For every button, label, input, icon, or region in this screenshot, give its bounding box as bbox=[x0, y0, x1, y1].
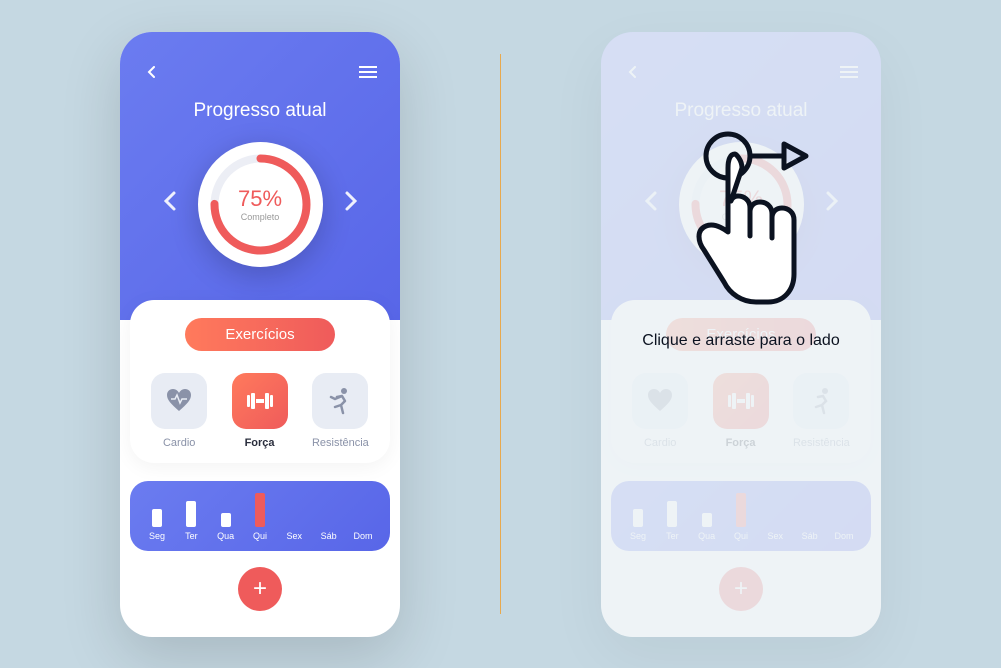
header-panel: Progresso atual 75% Completo bbox=[120, 32, 400, 320]
progress-ring[interactable]: 75% Completo bbox=[198, 142, 323, 267]
hamburger-icon[interactable] bbox=[358, 62, 378, 82]
bar-sab: Sáb bbox=[316, 527, 342, 541]
category-label: Força bbox=[245, 437, 275, 449]
progress-label: Completo bbox=[241, 212, 280, 222]
category-row: Cardio Força Resistência bbox=[144, 373, 376, 449]
dumbbell-icon bbox=[232, 373, 288, 429]
category-strength[interactable]: Força bbox=[232, 373, 288, 449]
category-resistance[interactable]: Resistência bbox=[312, 373, 369, 449]
back-chevron-icon[interactable] bbox=[142, 62, 162, 82]
bar-qui: Qui bbox=[247, 493, 273, 541]
progress-area: 75% Completo bbox=[120, 142, 400, 267]
heartbeat-icon bbox=[151, 373, 207, 429]
bar bbox=[255, 493, 265, 527]
page-title: Progresso atual bbox=[120, 100, 400, 122]
exercises-card: Exercícios Cardio Força bbox=[130, 300, 390, 463]
category-cardio[interactable]: Cardio bbox=[151, 373, 207, 449]
bar-qua: Qua bbox=[213, 513, 239, 541]
plus-icon: + bbox=[253, 575, 267, 603]
bar-seg: Seg bbox=[144, 509, 170, 541]
add-button[interactable]: + bbox=[238, 567, 282, 611]
weekly-chart[interactable]: Seg Ter Qua Qui Sex Sáb bbox=[130, 481, 390, 551]
overlay-instruction: Clique e arraste para o lado bbox=[642, 332, 839, 350]
vertical-divider bbox=[500, 54, 501, 614]
bar bbox=[152, 509, 162, 527]
day-label: Sáb bbox=[321, 531, 337, 541]
day-label: Sex bbox=[287, 531, 303, 541]
day-label: Qui bbox=[253, 531, 267, 541]
bar-dom: Dom bbox=[350, 527, 376, 541]
exercises-pill[interactable]: Exercícios bbox=[185, 318, 335, 351]
swipe-tutorial-overlay[interactable]: Clique e arraste para o lado bbox=[601, 32, 881, 637]
swipe-hand-icon bbox=[656, 122, 826, 322]
day-label: Qua bbox=[217, 531, 234, 541]
bar bbox=[221, 513, 231, 527]
day-label: Ter bbox=[185, 531, 198, 541]
chevron-right-icon[interactable] bbox=[343, 189, 359, 220]
chevron-left-icon[interactable] bbox=[162, 189, 178, 220]
category-label: Cardio bbox=[163, 437, 195, 449]
nav-bar bbox=[120, 52, 400, 92]
category-label: Resistência bbox=[312, 437, 369, 449]
bar-sex: Sex bbox=[281, 527, 307, 541]
day-label: Seg bbox=[149, 531, 165, 541]
runner-icon bbox=[312, 373, 368, 429]
phone-mockup-left: Progresso atual 75% Completo bbox=[120, 32, 400, 637]
progress-percent: 75% bbox=[238, 186, 282, 212]
bar bbox=[186, 501, 196, 527]
bar-ter: Ter bbox=[178, 501, 204, 541]
day-label: Dom bbox=[353, 531, 372, 541]
